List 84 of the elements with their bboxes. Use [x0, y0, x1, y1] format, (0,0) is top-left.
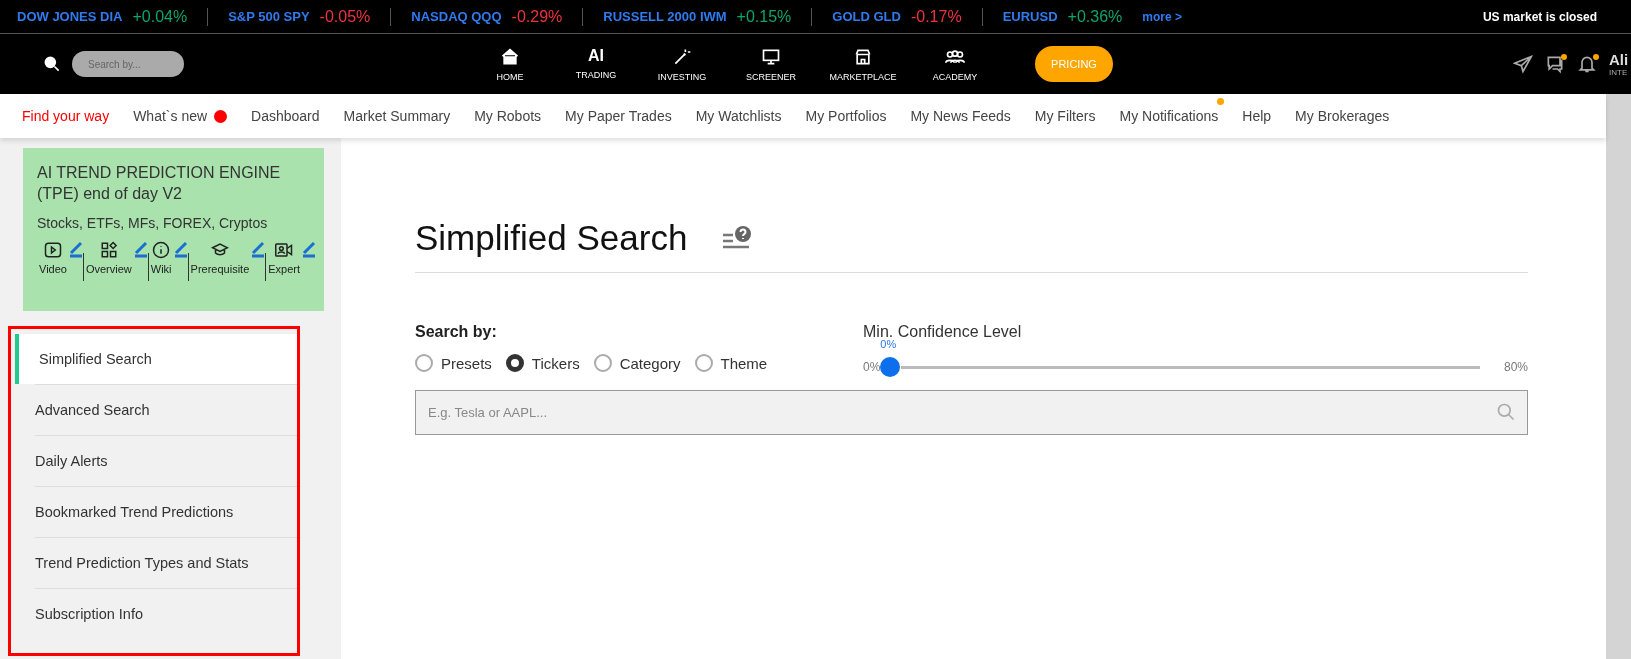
subnav-link[interactable]: My Notifications	[1119, 108, 1219, 124]
ticker-symbol[interactable]: DOW JONES DIA	[17, 9, 123, 24]
slider-min: 0%	[863, 360, 881, 374]
confidence-label: Min. Confidence Level	[863, 323, 1023, 340]
nav-item[interactable]: ACADEMY	[909, 46, 1001, 82]
menu-item[interactable]: Subscription Info	[35, 588, 297, 639]
radio-icon[interactable]	[505, 354, 524, 372]
ticker-symbol[interactable]: RUSSELL 2000 IWM	[603, 9, 727, 24]
subnav-link[interactable]: My Watchlists	[695, 108, 782, 124]
subnav-link[interactable]: My Brokerages	[1295, 108, 1390, 124]
card-link[interactable]: Expert	[266, 241, 303, 275]
card-link[interactable]: Video	[37, 241, 69, 275]
subnav-link[interactable]: My Portfolios	[805, 108, 887, 124]
subnav-link[interactable]: Help	[1242, 108, 1272, 124]
subnav-link[interactable]: Find your way	[22, 108, 110, 124]
chat-icon[interactable]	[1545, 54, 1565, 74]
subnav-link[interactable]: My Filters	[1034, 108, 1096, 124]
menu-item[interactable]: Advanced Search	[35, 384, 297, 435]
menu-item[interactable]: Bookmarked Trend Predictions	[35, 486, 297, 537]
radio-icon[interactable]	[415, 354, 433, 372]
ticker-symbol[interactable]: S&P 500 SPY	[228, 9, 310, 24]
nav-label: INVESTING	[657, 71, 707, 82]
menu-item[interactable]: Simplified Search	[15, 334, 297, 384]
info-icon	[152, 241, 171, 259]
ticker-change: -0.29%	[511, 7, 563, 26]
menu-item[interactable]: Trend Prediction Types and Stats	[35, 537, 297, 588]
subnav-link[interactable]: My News Feeds	[910, 108, 1011, 124]
menu-item[interactable]: Daily Alerts	[35, 435, 297, 486]
search-icon	[42, 54, 62, 74]
scrollbar[interactable]	[1606, 94, 1631, 659]
card-link[interactable]: Prerequisite	[188, 241, 252, 275]
video-camera-icon	[275, 241, 294, 259]
subnav-link[interactable]: What`s new	[133, 108, 228, 124]
nav-item[interactable]: SCREENER	[725, 46, 817, 82]
grid-icon	[99, 241, 118, 259]
slider-max: 80%	[1503, 360, 1528, 374]
search-by-label: Search by:	[415, 323, 498, 341]
help-icon[interactable]	[721, 225, 754, 251]
radio-option[interactable]: Theme	[694, 354, 768, 372]
user-subtitle: INTE	[1609, 68, 1629, 77]
paper-plane-icon[interactable]	[1513, 54, 1533, 74]
ticker-change: +0.15%	[736, 7, 792, 26]
more-link[interactable]: more >	[1142, 9, 1182, 24]
ticker-change: -0.05%	[319, 7, 371, 26]
card-link[interactable]: Overview	[83, 241, 134, 275]
nav-item[interactable]: MARKETPLACE	[817, 46, 909, 82]
ticker-search-field[interactable]: E.g. Tesla or AAPL...	[415, 390, 1528, 435]
slider-value: 0%	[880, 337, 897, 350]
home-icon	[500, 46, 520, 67]
video-icon	[43, 241, 62, 259]
ticker-change: +0.04%	[132, 7, 188, 26]
ai-mark: AI	[588, 46, 604, 65]
subnav-link[interactable]: Market Summary	[343, 108, 451, 124]
radio-option[interactable]: Tickers	[505, 354, 580, 372]
nav-label: HOME	[496, 71, 524, 82]
bell-icon[interactable]	[1577, 54, 1597, 74]
nav-label: TRADING	[575, 69, 617, 80]
radio-option[interactable]: Presets	[415, 354, 492, 372]
nav-item[interactable]: HOME	[467, 46, 553, 82]
page-title: Simplified Search	[415, 218, 688, 258]
card-link[interactable]: Wiki	[148, 241, 174, 275]
radio-icon[interactable]	[694, 354, 713, 372]
subnav-link[interactable]: My Paper Trades	[565, 108, 672, 124]
nav-label: MARKETPLACE	[829, 71, 897, 82]
radio-icon[interactable]	[593, 354, 612, 372]
ticker-symbol[interactable]: NASDAQ QQQ	[411, 9, 502, 24]
ticker-symbol[interactable]: EURUSD	[1002, 9, 1058, 24]
nav-item[interactable]: INVESTING	[639, 46, 725, 82]
nav-label: ACADEMY	[932, 71, 978, 82]
ticker-change: +0.36%	[1067, 7, 1123, 26]
card-title: AI TREND PREDICTION ENGINE (TPE) end of day V2	[37, 163, 282, 204]
subnav-link[interactable]: My Robots	[474, 108, 542, 124]
market-status: US market is closed	[1482, 9, 1597, 24]
user-name[interactable]: Ali	[1609, 51, 1631, 68]
slider-thumb[interactable]	[880, 356, 901, 377]
slider-track[interactable]	[901, 365, 1480, 369]
nav-item[interactable]: AI TRADING	[553, 46, 639, 82]
radio-option[interactable]: Category	[593, 354, 681, 372]
subnav-link[interactable]: Dashboard	[251, 108, 320, 124]
search-field[interactable]: Search by...	[72, 51, 184, 77]
card-subtitle: Stocks, ETFs, MFs, FOREX, Cryptos	[37, 215, 269, 231]
ticker-change: -0.17%	[910, 7, 962, 26]
nav-label: SCREENER	[746, 71, 796, 82]
ticker-symbol[interactable]: GOLD GLD	[832, 9, 901, 24]
